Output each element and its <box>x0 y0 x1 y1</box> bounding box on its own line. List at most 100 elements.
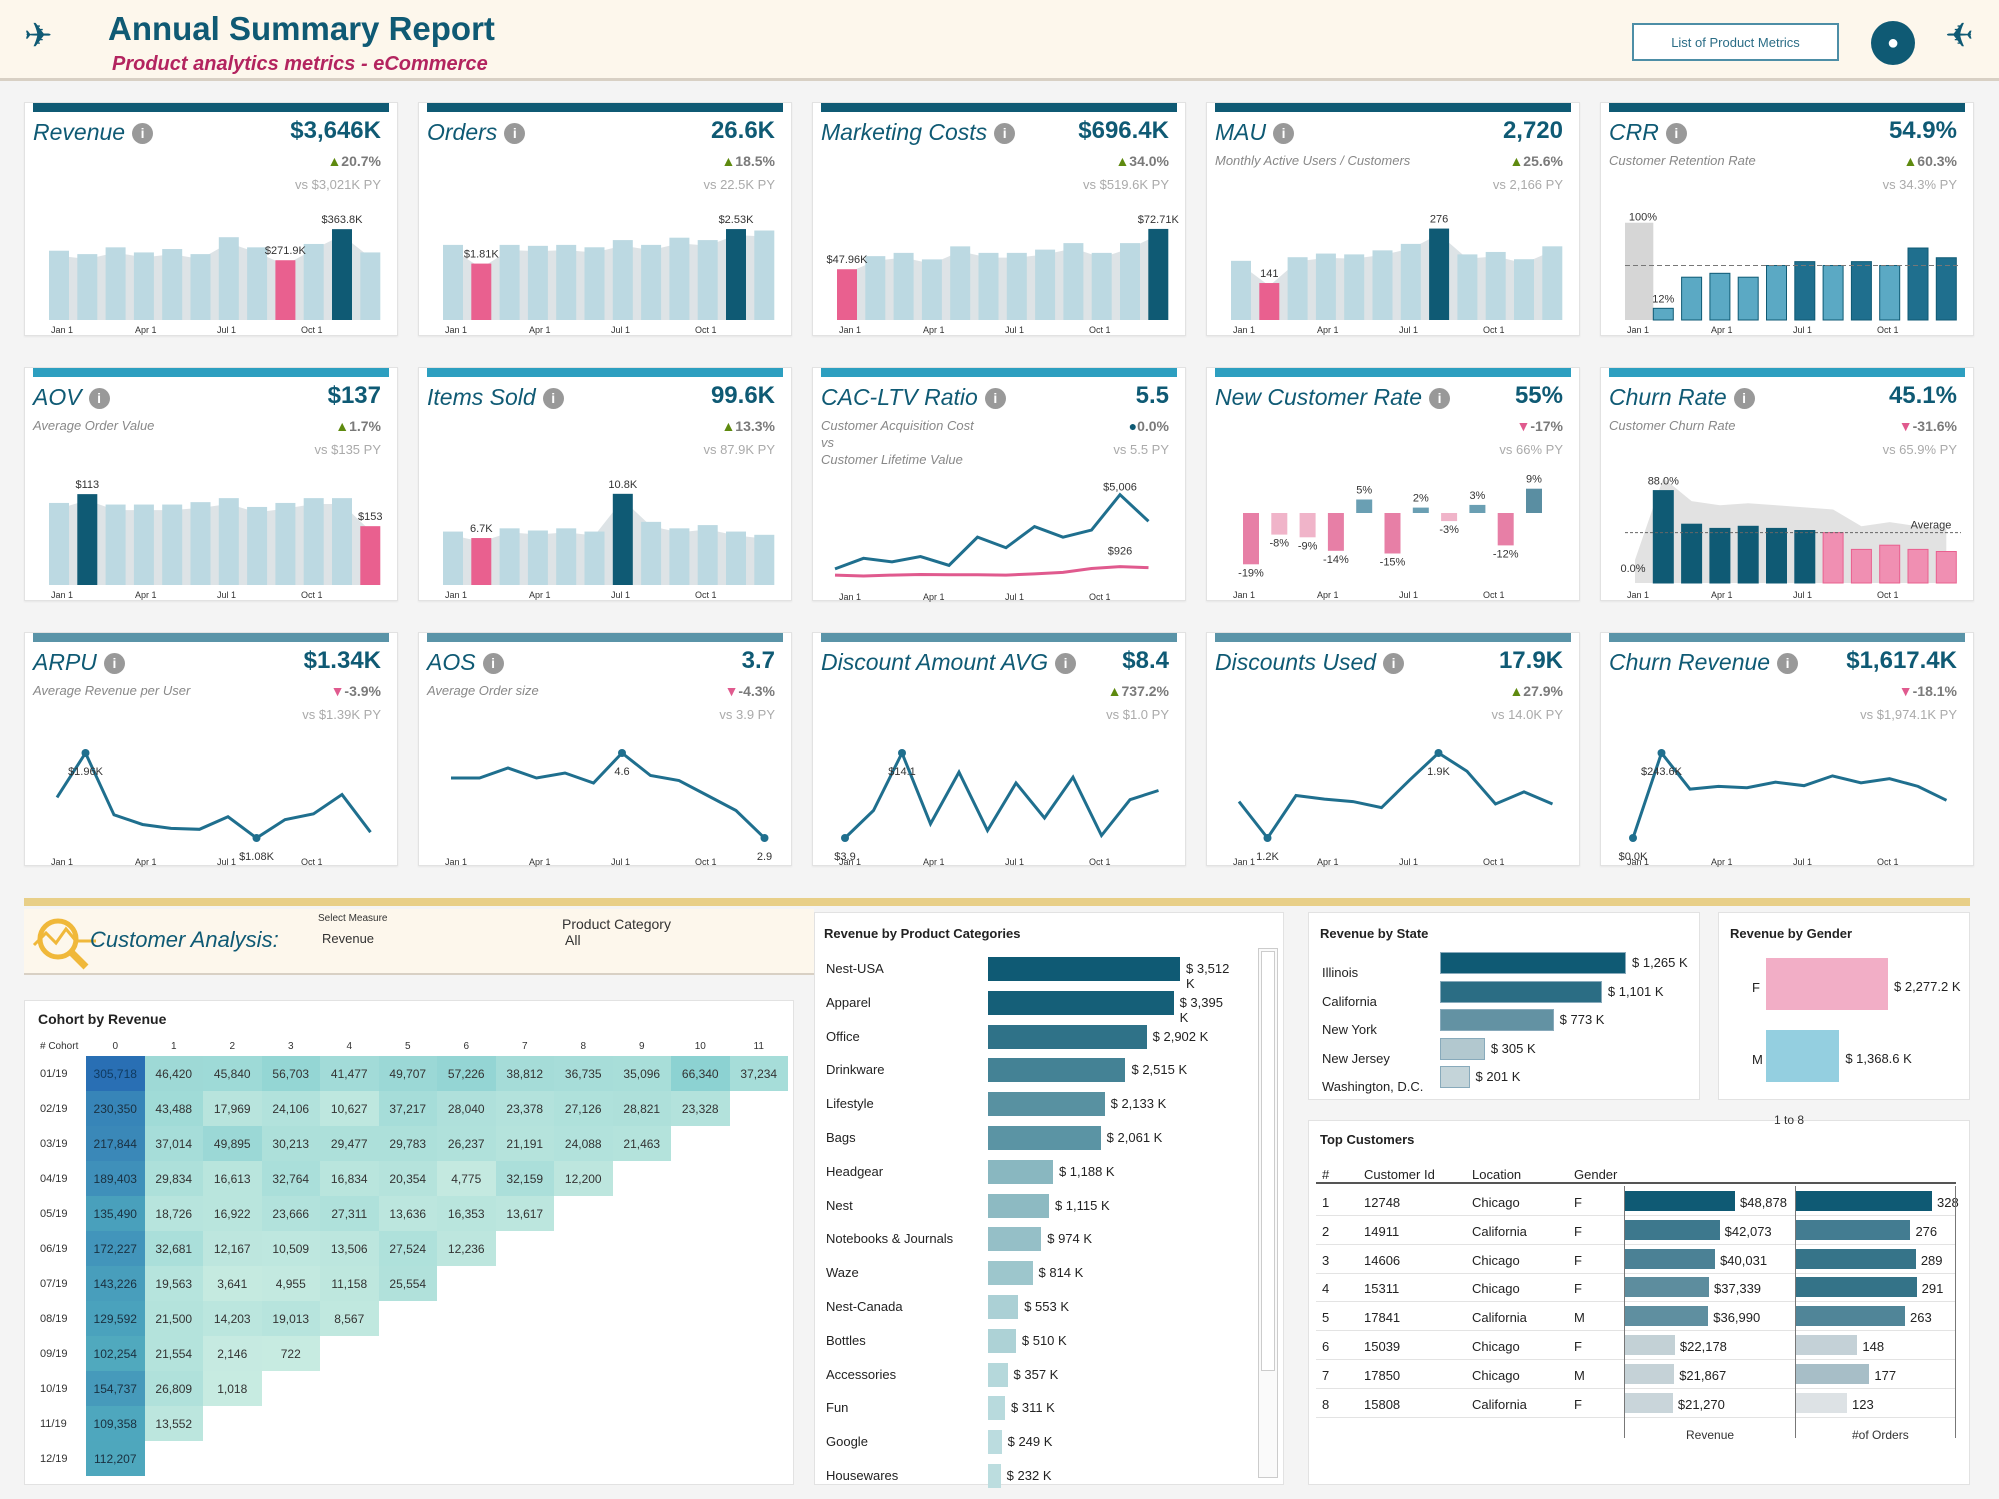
bar-mark[interactable] <box>1935 551 1957 584</box>
cohort-cell[interactable]: 1,018 <box>203 1371 262 1406</box>
waterfall-bar[interactable] <box>1497 513 1514 546</box>
cohort-cell[interactable]: 12,236 <box>437 1231 496 1266</box>
bar-mark[interactable] <box>1879 544 1901 584</box>
bar-mark[interactable] <box>1372 250 1393 320</box>
bar-mark[interactable] <box>697 525 718 585</box>
bar-mark[interactable] <box>556 244 577 320</box>
bar-mark[interactable] <box>77 254 98 320</box>
cohort-cell[interactable]: 29,783 <box>378 1126 437 1161</box>
category-bar[interactable] <box>988 1396 1005 1421</box>
pager-label[interactable]: 1 to 8 <box>1774 1113 1804 1127</box>
cohort-cell[interactable]: 14,203 <box>203 1301 262 1336</box>
bar-mark[interactable] <box>218 237 239 320</box>
bar-mark[interactable] <box>1737 276 1759 321</box>
cohort-cell[interactable]: 129,592 <box>86 1301 145 1336</box>
bar-mark[interactable] <box>303 498 324 585</box>
bar-mark[interactable] <box>443 531 463 585</box>
bar-mark[interactable] <box>77 494 98 585</box>
cohort-cell[interactable]: 135,490 <box>86 1196 145 1231</box>
bar-mark[interactable] <box>1091 252 1112 320</box>
bar-mark[interactable] <box>584 247 605 320</box>
cohort-cell[interactable]: 41,477 <box>320 1056 379 1091</box>
cohort-cell[interactable]: 112,207 <box>86 1441 145 1476</box>
bar-mark[interactable] <box>978 252 999 320</box>
max-point[interactable] <box>618 749 626 757</box>
cohort-cell[interactable]: 57,226 <box>437 1056 496 1091</box>
bar-mark[interactable] <box>190 502 211 585</box>
cohort-cell[interactable]: 305,718 <box>86 1056 145 1091</box>
orders-bar[interactable] <box>1796 1392 1847 1413</box>
cohort-cell[interactable]: 143,226 <box>86 1266 145 1301</box>
revenue-bar[interactable] <box>1625 1335 1675 1355</box>
category-bar[interactable] <box>988 990 1174 1015</box>
cohort-cell[interactable]: 23,666 <box>261 1196 320 1231</box>
bar-mark[interactable] <box>1822 532 1844 584</box>
cohort-cell[interactable]: 12,200 <box>554 1161 613 1196</box>
kpi-card-marketing[interactable]: Marketing Costs i $696.4K ▲34.0% vs $519.6K … <box>812 102 1186 336</box>
category-bar[interactable] <box>988 1227 1042 1252</box>
cohort-cell[interactable]: 13,552 <box>144 1406 203 1441</box>
bar-mark[interactable] <box>133 252 154 320</box>
bar-mark[interactable] <box>332 498 352 585</box>
bar-mark[interactable] <box>471 538 492 585</box>
cohort-cell[interactable]: 56,703 <box>261 1056 320 1091</box>
bar-mark[interactable] <box>612 240 633 320</box>
kpi-card-churn[interactable]: Churn Rate i 45.1% Customer Churn Rate ▼-31.… <box>1600 367 1974 601</box>
orders-bar[interactable] <box>1796 1363 1870 1384</box>
cohort-cell[interactable]: 189,403 <box>86 1161 145 1196</box>
cohort-cell[interactable]: 37,014 <box>144 1126 203 1161</box>
bar-mark[interactable] <box>527 530 548 585</box>
bar-mark[interactable] <box>1709 527 1731 584</box>
revenue-bar[interactable] <box>1625 1363 1675 1384</box>
github-icon[interactable]: ● <box>1871 21 1915 65</box>
cohort-cell[interactable]: 17,969 <box>203 1091 262 1126</box>
bar-mark[interactable] <box>105 504 126 585</box>
category-row[interactable]: Office $ 2,902 K <box>812 1021 1232 1055</box>
revenue-bar[interactable] <box>1625 1392 1673 1413</box>
max-point[interactable] <box>81 749 90 757</box>
cohort-cell[interactable]: 46,420 <box>144 1056 203 1091</box>
bar-mark[interactable] <box>1120 243 1140 320</box>
cohort-cell[interactable]: 49,707 <box>378 1056 437 1091</box>
cohort-cell[interactable]: 32,159 <box>495 1161 554 1196</box>
kpi-card-churnrev[interactable]: Churn Revenue i $1,617.4K ▼-18.1% vs $1,974.… <box>1600 632 1974 867</box>
category-bar[interactable] <box>988 1430 1002 1455</box>
bar-mark[interactable] <box>133 504 154 585</box>
bar-mark[interactable] <box>950 246 971 320</box>
cohort-cell[interactable]: 21,500 <box>144 1301 203 1336</box>
bar-mark[interactable] <box>190 254 211 320</box>
cohort-cell[interactable]: 29,834 <box>144 1161 203 1196</box>
trend-line[interactable] <box>55 749 372 840</box>
cohort-cell[interactable]: 19,563 <box>144 1266 203 1301</box>
cohort-cell[interactable]: 25,554 <box>378 1266 437 1301</box>
bar-mark[interactable] <box>332 229 352 320</box>
cohort-cell[interactable]: 37,217 <box>378 1091 437 1126</box>
kpi-card-orders[interactable]: Orders i 26.6K ▲18.5% vs 22.5K PY $1.81K $2.53… <box>418 102 792 336</box>
category-bar[interactable] <box>988 1328 1016 1353</box>
pin-icon-right[interactable]: ✈ <box>1945 16 1974 56</box>
category-row[interactable]: Nest-USA $ 3,512 K <box>812 953 1232 991</box>
bar-mark[interactable] <box>1231 260 1251 320</box>
bar-mark[interactable] <box>247 247 268 320</box>
category-row[interactable]: Waze $ 814 K <box>812 1257 1232 1291</box>
bar-mark[interactable] <box>1681 276 1703 321</box>
bar-mark[interactable] <box>1737 525 1759 584</box>
cohort-cell[interactable]: 2,146 <box>203 1336 262 1371</box>
category-bar[interactable] <box>988 1024 1147 1049</box>
bar-mark[interactable] <box>1259 283 1280 320</box>
cohort-cell[interactable]: 21,554 <box>144 1336 203 1371</box>
kpi-card-mau[interactable]: MAU i 2,720 Monthly Active Users / Customer… <box>1206 102 1580 336</box>
cohort-cell[interactable]: 12,167 <box>203 1231 262 1266</box>
state-bar[interactable] <box>1440 980 1602 1003</box>
waterfall-bar[interactable] <box>1327 513 1344 551</box>
bar-mark[interactable] <box>726 229 746 320</box>
category-row[interactable]: Apparel $ 3,395 K <box>812 987 1232 1025</box>
cohort-cell[interactable]: 21,191 <box>495 1126 554 1161</box>
bar-mark[interactable] <box>1485 251 1506 320</box>
bar-mark[interactable] <box>1429 228 1450 320</box>
category-row[interactable]: Notebooks & Journals $ 974 K <box>812 1223 1232 1257</box>
cohort-cell[interactable]: 35,096 <box>612 1056 671 1091</box>
category-select[interactable]: All <box>565 932 581 948</box>
bar-mark[interactable] <box>641 244 662 320</box>
cohort-cell[interactable]: 11,158 <box>320 1266 379 1301</box>
